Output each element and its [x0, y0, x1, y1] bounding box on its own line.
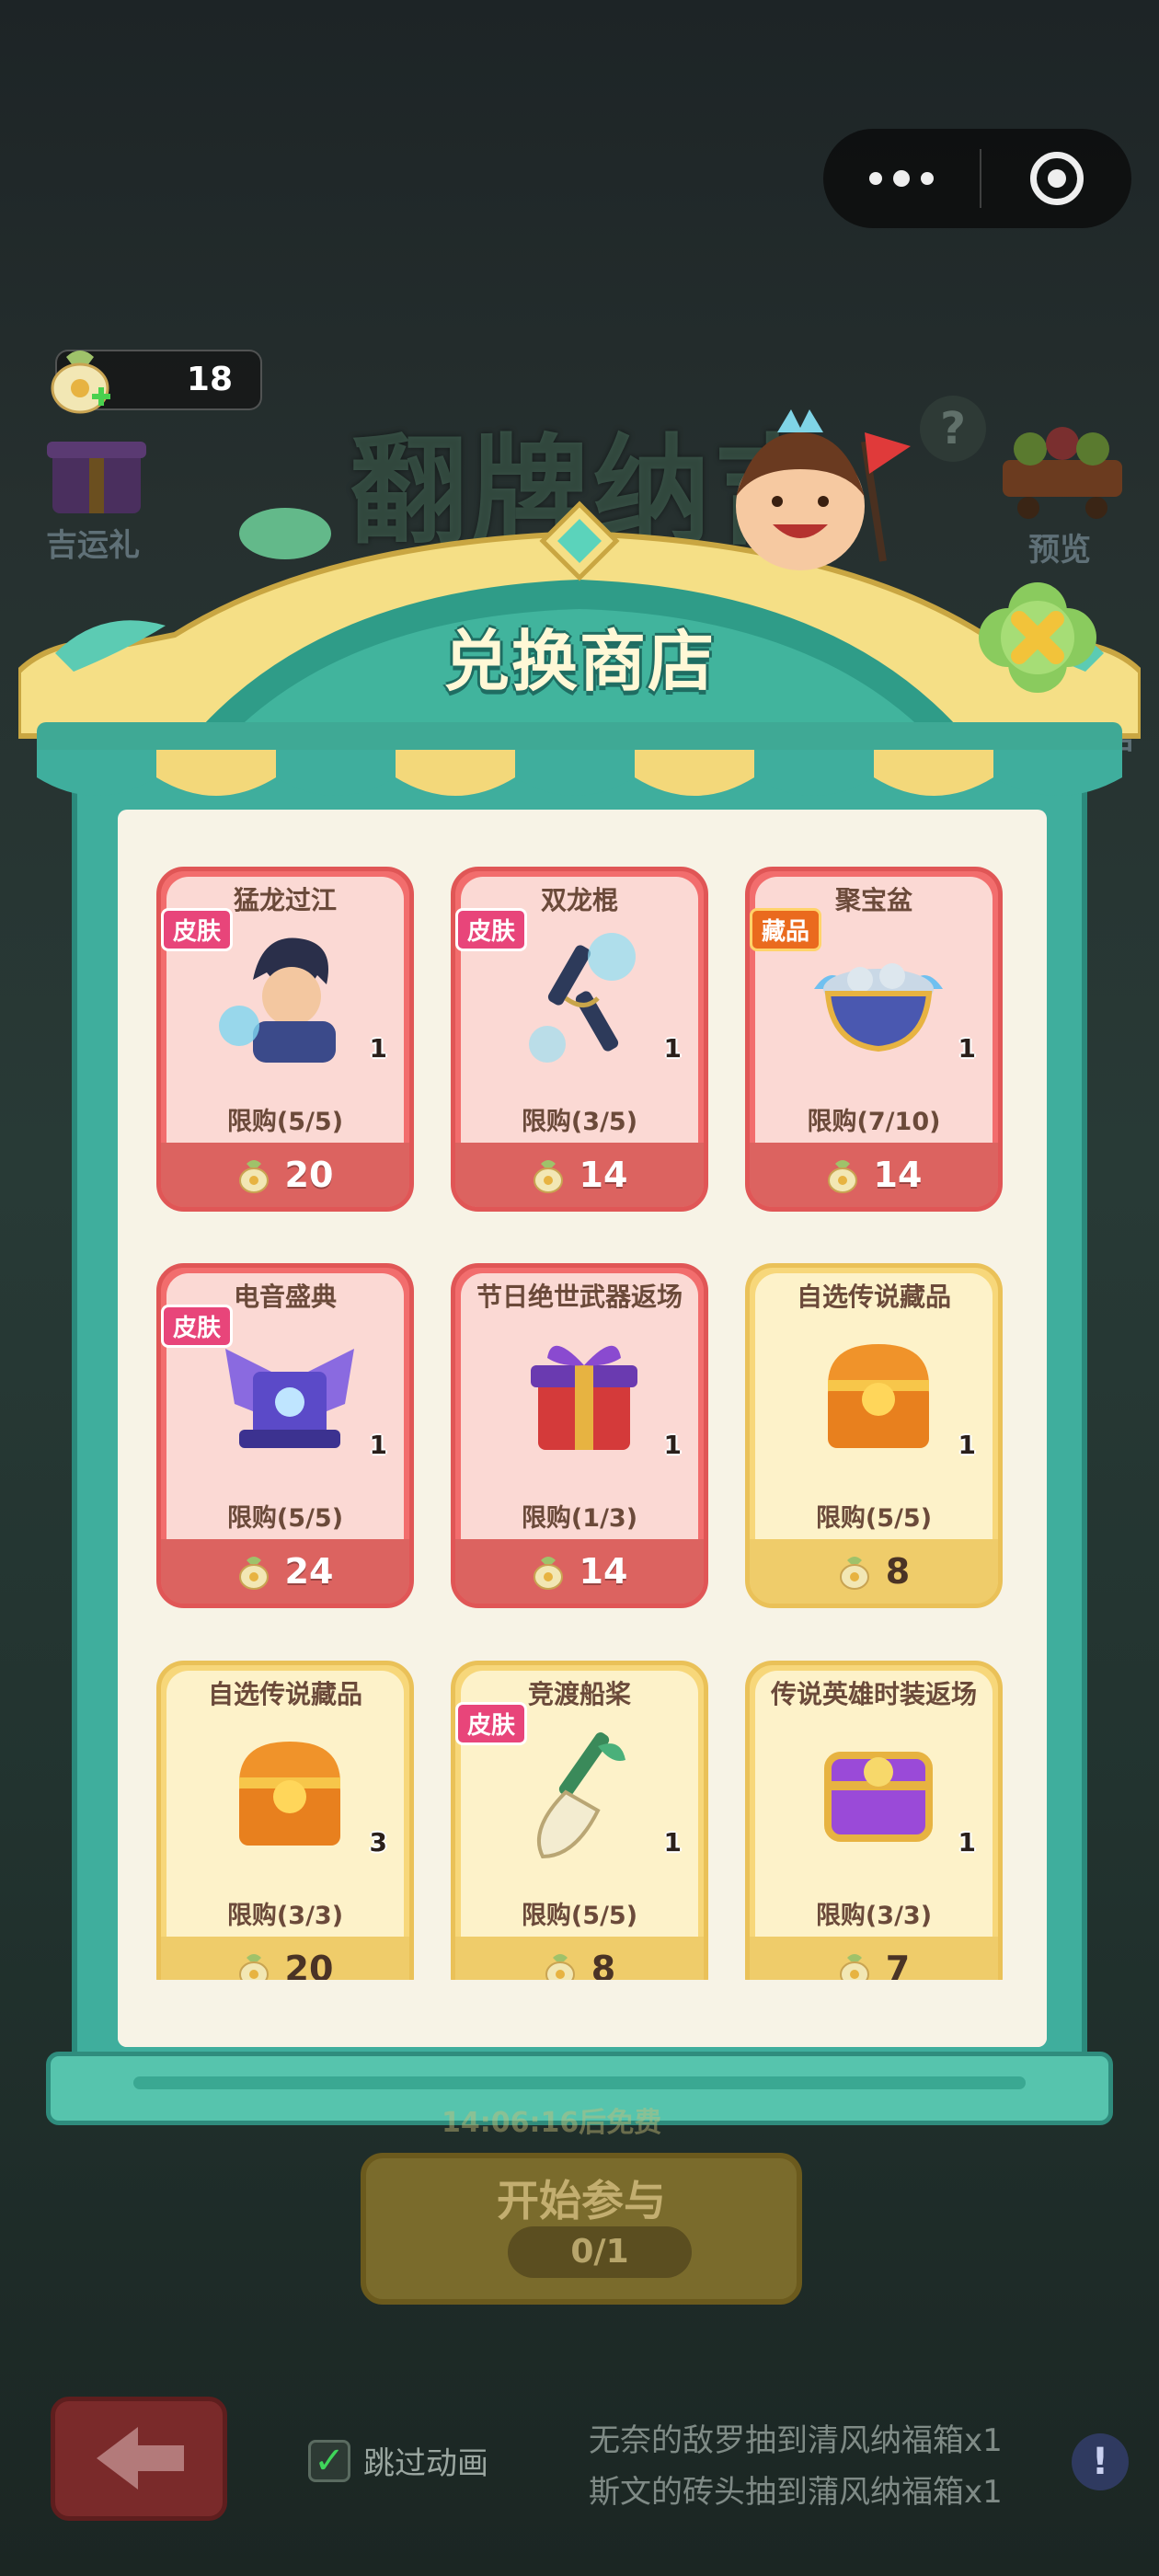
back-button[interactable]: [51, 2397, 227, 2521]
currency-count: 18: [186, 361, 233, 398]
start-ticket-count: 0/1: [508, 2226, 692, 2278]
item-price: 20: [284, 1155, 334, 1195]
item-name: 节日绝世武器返场: [476, 1282, 683, 1312]
lucky-bag-icon: [839, 1557, 869, 1590]
item-quantity: 1: [663, 1827, 682, 1857]
item-quantity: 1: [958, 1033, 976, 1064]
help-icon[interactable]: ?: [920, 396, 986, 462]
price-bar: 8: [750, 1539, 998, 1604]
shop-title: 兑换商店: [442, 623, 716, 700]
free-timer: 14:06:16后免费: [442, 2107, 662, 2139]
item-quantity: 1: [369, 1033, 387, 1064]
shop-item-card[interactable]: 自选传说藏品 3 限购(3/3) 20: [156, 1661, 414, 2006]
shop-item-card[interactable]: 双龙棍 皮肤 1 限购(3/5) 14: [451, 867, 708, 1212]
boat-paddle-art: [536, 1732, 625, 1859]
legend-chest-art: [828, 1344, 929, 1448]
ticker-line: 斯文的砖头抽到蒲风纳福箱x1: [589, 2474, 1003, 2511]
info-icon[interactable]: !: [1072, 2433, 1129, 2490]
shop-item-card[interactable]: 聚宝盆 藏品 1 限购(7/10) 14: [745, 867, 1003, 1212]
shop-awning: [37, 722, 1122, 796]
item-quantity: 1: [369, 1430, 387, 1460]
price-bar: 14: [455, 1539, 704, 1604]
lucky-bag-icon: [51, 351, 110, 414]
purchase-limit: 限购(3/3): [226, 1902, 344, 1930]
start-button-label: 开始参与: [497, 2176, 666, 2225]
shop-item-card[interactable]: 猛龙过江 皮肤 1 限购(5/5) 20: [156, 867, 414, 1212]
reward-ticker: 无奈的敌罗抽到清风纳福箱x1 斯文的砖头抽到蒲风纳福箱x1: [589, 2415, 1003, 2518]
lucky-bag-icon: [533, 1557, 563, 1590]
lucky-bag-icon: [827, 1160, 857, 1193]
gift-box-art: [531, 1345, 637, 1450]
legend-chest-art: [239, 1742, 340, 1846]
item-quantity: 1: [958, 1827, 976, 1857]
purchase-limit: 限购(3/5): [521, 1108, 638, 1136]
purchase-limit: 限购(5/5): [521, 1902, 638, 1930]
close-icon[interactable]: [975, 575, 1100, 700]
purchase-limit: 限购(5/5): [226, 1108, 344, 1136]
item-price: 14: [873, 1155, 923, 1195]
back-arrow-icon: [97, 2427, 184, 2490]
close-miniprogram-icon[interactable]: [981, 152, 1131, 205]
shop-item-card[interactable]: 节日绝世武器返场 1 限购(1/3) 14: [451, 1263, 708, 1608]
lucky-bag-icon: [238, 1557, 269, 1590]
purchase-limit: 限购(3/3): [815, 1902, 933, 1930]
shop-item-card[interactable]: 竞渡船桨 皮肤 1 限购(5/5) 8: [451, 1661, 708, 2006]
item-quantity: 3: [369, 1827, 387, 1857]
item-price: 14: [579, 1155, 628, 1195]
grid-fade: [118, 1980, 1047, 2047]
purchase-limit: 限购(7/10): [807, 1108, 941, 1136]
dj-booth-art: [225, 1349, 354, 1448]
item-quantity: 1: [958, 1430, 976, 1460]
price-bar: 24: [161, 1539, 409, 1604]
item-quantity: 1: [663, 1033, 682, 1064]
shop-item-card[interactable]: 自选传说藏品 1 限购(5/5) 8: [745, 1263, 1003, 1608]
purchase-limit: 限购(5/5): [815, 1504, 933, 1533]
price-bar: 20: [161, 1143, 409, 1207]
item-quantity: 1: [663, 1430, 682, 1460]
skip-animation-label: 跳过动画: [363, 2445, 488, 2482]
shop-item-card[interactable]: 电音盛典 皮肤 1 限购(5/5) 24: [156, 1263, 414, 1608]
fashion-chest-art: [824, 1752, 933, 1842]
price-bar: 14: [455, 1143, 704, 1207]
mascot-character: [736, 409, 911, 570]
item-price: 24: [284, 1551, 334, 1592]
shop-item-grid: 猛龙过江 皮肤 1 限购(5/5) 20 双龙棍 皮肤 1 限购(3/5) 14…: [118, 810, 1047, 2047]
skip-animation-toggle[interactable]: ✓ 跳过动画: [308, 2438, 488, 2483]
lucky-bag-icon: [238, 1160, 269, 1193]
item-price: 14: [579, 1551, 628, 1592]
price-bar: 14: [750, 1143, 998, 1207]
purchase-limit: 限购(5/5): [226, 1504, 344, 1533]
warrior-skin-art: [219, 937, 336, 1063]
ticker-line: 无奈的敌罗抽到清风纳福箱x1: [589, 2422, 1003, 2459]
checkbox-checked-icon[interactable]: ✓: [308, 2439, 350, 2482]
item-name: 自选传说藏品: [796, 1282, 951, 1312]
shop-item-card[interactable]: 传说英雄时装返场 1 限购(3/3) 7: [745, 1661, 1003, 2006]
purchase-limit: 限购(1/3): [521, 1504, 638, 1533]
treasure-bowl-art: [814, 963, 943, 1052]
mini-program-capsule: [823, 129, 1131, 228]
more-menu-icon[interactable]: [823, 129, 980, 228]
item-price: 8: [885, 1551, 911, 1592]
nunchaku-weapon-art: [529, 933, 636, 1063]
lucky-bag-icon: [533, 1160, 563, 1193]
item-name: 传说英雄时装返场: [770, 1679, 977, 1709]
item-name: 自选传说藏品: [207, 1679, 362, 1709]
